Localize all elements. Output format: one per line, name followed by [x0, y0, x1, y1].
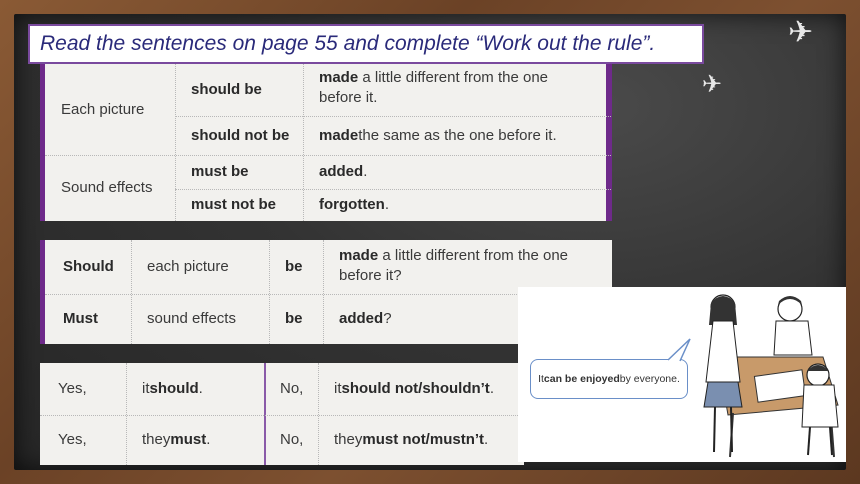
verb-must-be: must be	[191, 163, 249, 181]
subject-each-picture-q: each picture	[147, 258, 229, 276]
rule-row-4: forgotten.	[319, 196, 389, 214]
be-2: be	[285, 310, 303, 328]
subject-sound-effects-q: sound effects	[147, 310, 236, 328]
verb-should-not-be: should not be	[191, 126, 290, 144]
question-rest-2: added?	[339, 310, 392, 328]
subject-each-picture: Each picture	[61, 100, 145, 118]
answer-pos-1: it should.	[142, 380, 203, 398]
modal-should: Should	[63, 258, 114, 276]
students-illustration: It can be enjoyed by everyone.	[518, 287, 846, 462]
instruction-text: Read the sentences on page 55 and comple…	[40, 32, 656, 55]
modal-must: Must	[63, 310, 98, 328]
answer-table: Yes, it should. No, it should not/should…	[40, 363, 524, 465]
rule-row-1: made a little different from the one befo…	[319, 69, 549, 106]
answer-yes-2: Yes,	[58, 431, 87, 449]
answer-yes-1: Yes,	[58, 380, 87, 398]
answer-neg-2: they must not/mustn’t.	[334, 431, 489, 449]
rule-row-3: added.	[319, 163, 368, 181]
instruction-banner: Read the sentences on page 55 and comple…	[28, 24, 704, 64]
question-rest-1: made a little different from the one befo…	[339, 247, 569, 284]
answer-no-2: No,	[280, 431, 304, 449]
be-1: be	[285, 258, 303, 276]
answer-no-1: No,	[280, 380, 304, 398]
verb-must-not-be: must not be	[191, 196, 276, 214]
rule-row-2: made the same as the one before it.	[319, 126, 557, 144]
answer-pos-2: they must.	[142, 431, 211, 449]
subject-sound-effects: Sound effects	[61, 179, 153, 197]
rule-table: Each picture should be made a little dif…	[40, 64, 612, 221]
answer-neg-1: it should not/shouldn’t.	[334, 380, 494, 398]
chalk-bird-icon-small: ✈	[702, 70, 723, 98]
chalk-bird-icon: ✈	[788, 15, 814, 50]
students-drawing	[667, 294, 839, 458]
verb-should-be: should be	[191, 81, 262, 99]
